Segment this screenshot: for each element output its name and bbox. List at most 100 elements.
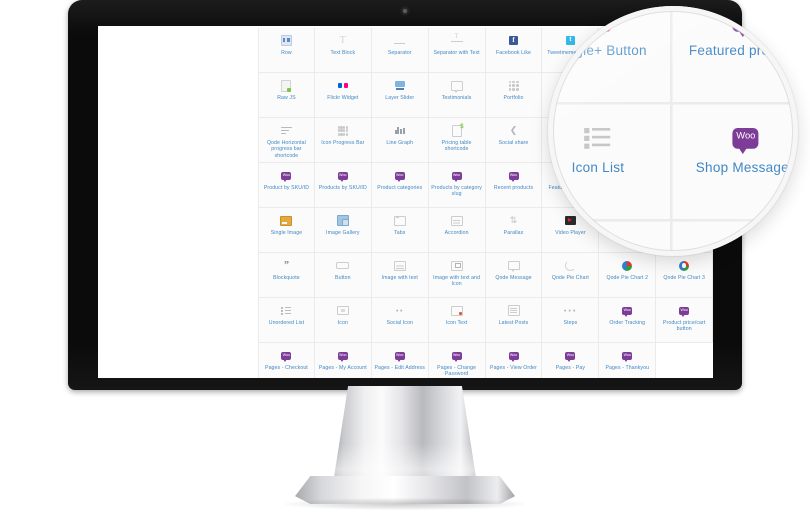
shortcode-cell[interactable]: Woo Pages - Checkout xyxy=(258,343,315,378)
shortcode-label: Testimonials xyxy=(441,95,472,101)
shortcode-cell[interactable]: Icon List xyxy=(553,104,674,222)
shortcode-cell[interactable]: Woo Product by SKU/ID xyxy=(258,163,315,208)
woocommerce-icon: Woo xyxy=(451,168,462,183)
shortcode-cell[interactable]: ●●● Steps xyxy=(542,298,600,343)
shortcode-cell[interactable]: Woo Shop Messages xyxy=(673,104,796,222)
shortcode-cell[interactable]: Woo Recent products xyxy=(485,163,543,208)
shortcode-label: Featured products xyxy=(688,44,798,61)
woocommerce-icon: Woo xyxy=(451,348,462,363)
shortcode-cell[interactable]: Raw JS xyxy=(258,73,315,118)
shortcode-cell[interactable]: ❮ Social share xyxy=(485,118,543,163)
shortcode-cell[interactable]: Accordion xyxy=(428,208,486,253)
shortcode-cell[interactable]: f Facebook Like xyxy=(485,28,543,73)
shortcode-label: Facebook Like xyxy=(495,50,532,56)
shortcode-cell[interactable]: Image with text xyxy=(371,253,429,298)
shortcode-label: Icon Text xyxy=(445,320,468,326)
shortcode-cell[interactable]: Woo Pages - My Account xyxy=(314,343,372,378)
webcam-icon xyxy=(403,9,407,13)
shortcode-label: Product categories xyxy=(377,185,423,191)
shortcode-cell[interactable]: Single Image xyxy=(258,208,315,253)
shortcode-cell[interactable]: Testimonials xyxy=(428,73,486,118)
shortcode-cell[interactable]: g+ Google+ Button xyxy=(553,11,674,105)
shortcode-cell[interactable]: Woo Product price/cart button xyxy=(656,298,713,343)
separator-icon xyxy=(394,33,406,48)
shortcode-cell[interactable]: Image with text and Icon xyxy=(428,253,486,298)
shortcode-label: Pages - Edit Address xyxy=(374,365,425,371)
shortcode-label: Image with text xyxy=(381,275,418,281)
facebook-icon: f xyxy=(509,33,518,48)
shortcode-cell[interactable]: Tabs xyxy=(371,208,429,253)
shortcode-cell[interactable]: Woo Order Tracking xyxy=(599,298,657,343)
shortcode-cell[interactable]: Latest Posts xyxy=(485,298,543,343)
shortcode-cell[interactable]: Woo Pages - Change Password xyxy=(428,343,486,378)
shortcode-label: Latest Posts xyxy=(498,320,529,326)
row-icon xyxy=(280,33,292,48)
button-icon xyxy=(336,258,350,273)
shortcode-cell[interactable]: ●● Social Icon xyxy=(371,298,429,343)
shortcode-label: Icon List xyxy=(571,161,625,178)
shortcode-cell[interactable]: Qode Pie Chart 3 xyxy=(656,253,713,298)
tabs-icon xyxy=(393,213,406,228)
woocommerce-icon: Woo xyxy=(679,303,690,318)
line-graph-icon xyxy=(394,123,405,138)
shortcode-cell[interactable]: Row xyxy=(258,28,315,73)
shortcode-cell[interactable]: Woo Products by category slug xyxy=(428,163,486,208)
shortcode-cell[interactable]: Woo Product categories xyxy=(371,163,429,208)
magnifier-lens[interactable]: RowTText BlockSeparatorSeparator with Te… xyxy=(548,6,798,256)
pie-chart-ring-icon xyxy=(564,258,576,273)
pie-chart-donut-icon xyxy=(679,258,690,273)
image-with-text-icon-icon xyxy=(450,258,463,273)
shortcode-cell[interactable]: T Text Block xyxy=(314,28,372,73)
woocommerce-icon: Woo xyxy=(508,168,519,183)
shortcode-cell[interactable]: Woo Pages - Thankyou xyxy=(599,343,657,378)
shortcode-cell[interactable]: Icon xyxy=(314,298,372,343)
shortcode-cell[interactable]: Portfolio xyxy=(485,73,543,118)
scene: Row T Text Block Separator Separator with Te… xyxy=(0,0,810,516)
icon-progress-bar-icon xyxy=(337,123,348,138)
separator-with-text-icon xyxy=(450,33,463,48)
woocommerce-icon: Woo xyxy=(394,168,405,183)
shortcode-label: Shop Messages xyxy=(695,161,796,178)
shortcode-cell[interactable]: Button xyxy=(314,253,372,298)
magnifier-viewport: RowTText BlockSeparatorSeparator with Te… xyxy=(553,11,793,251)
shortcode-label: Order Tracking xyxy=(609,320,646,326)
shortcode-label: Pages - View Order xyxy=(490,365,537,371)
shortcode-cell[interactable]: Qode Pie Chart xyxy=(542,253,600,298)
horizontal-progress-bar-icon xyxy=(280,123,292,138)
shortcode-cell[interactable]: Unordered List xyxy=(258,298,315,343)
woocommerce-icon: Woo xyxy=(565,348,576,363)
shortcode-cell[interactable]: Separator with Text xyxy=(428,28,486,73)
raw-js-icon xyxy=(281,78,292,93)
shortcode-cell[interactable]: ” Blockquote xyxy=(258,253,315,298)
shortcode-cell[interactable]: Video Player xyxy=(673,221,793,251)
shortcode-cell[interactable]: Layer Slider xyxy=(371,73,429,118)
shortcode-cell[interactable]: Woo Featured products xyxy=(673,11,798,105)
shortcode-cell[interactable]: Separator xyxy=(371,28,429,73)
shortcode-cell[interactable]: Line Graph xyxy=(371,118,429,163)
unordered-list-icon xyxy=(281,303,292,318)
shortcode-cell[interactable]: Icon Progress Bar xyxy=(314,118,372,163)
shortcode-cell[interactable]: Woo Pages - Edit Address xyxy=(371,343,429,378)
shortcode-cell[interactable]: Woo Pages - View Order xyxy=(485,343,543,378)
shortcode-label: Raw JS xyxy=(277,95,296,101)
shortcode-label: Text Block xyxy=(330,50,356,56)
shortcode-cell[interactable]: Qode Pie Chart 2 xyxy=(599,253,657,298)
shortcode-cell[interactable]: Woo Pages - Pay xyxy=(542,343,600,378)
woocommerce-icon: Woo xyxy=(732,118,759,157)
shortcode-cell[interactable]: Icon Text xyxy=(428,298,486,343)
shortcode-label: Blockquote xyxy=(273,275,300,281)
shortcode-label: Recent products xyxy=(493,185,534,191)
woocommerce-icon: Woo xyxy=(732,11,759,40)
shortcode-cell[interactable]: Image Gallery xyxy=(314,208,372,253)
shortcode-cell[interactable]: ⇅ Parallax xyxy=(485,208,543,253)
woocommerce-icon: Woo xyxy=(394,348,405,363)
image-with-text-icon xyxy=(393,258,406,273)
woocommerce-icon: Woo xyxy=(337,348,348,363)
shortcode-cell[interactable]: Qode Horizontal progress bar shortcode xyxy=(258,118,315,163)
shortcode-cell[interactable]: Flickr Widget xyxy=(314,73,372,118)
shortcode-cell[interactable]: Pricing table shortcode xyxy=(428,118,486,163)
shortcode-cell[interactable]: ■■Cover Boxes xyxy=(553,221,674,251)
shortcode-label: Pages - My Account xyxy=(318,365,367,371)
shortcode-cell[interactable]: Woo Products by SKU/ID xyxy=(314,163,372,208)
shortcode-cell[interactable]: Qode Message xyxy=(485,253,543,298)
